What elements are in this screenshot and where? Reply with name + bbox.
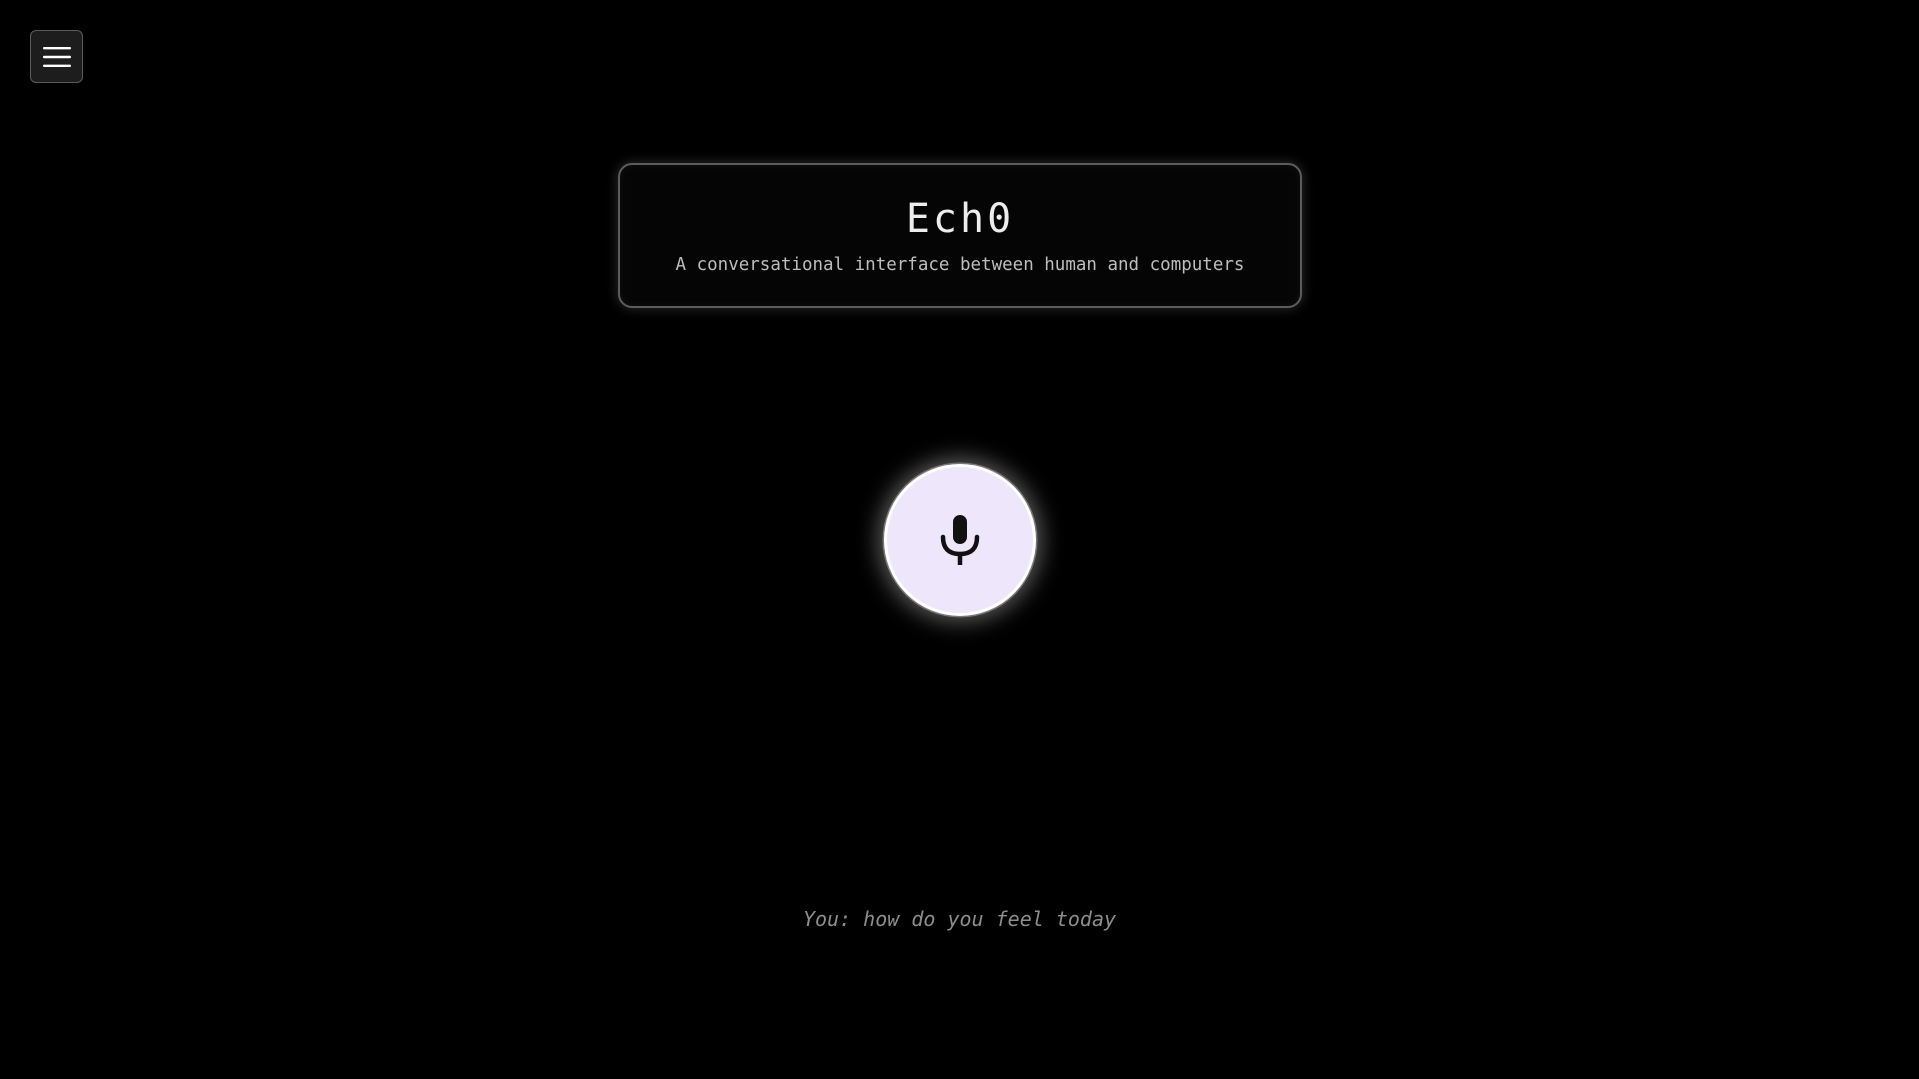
microphone-button[interactable] <box>884 464 1036 616</box>
hamburger-menu-icon <box>42 46 71 68</box>
menu-button[interactable] <box>30 30 83 83</box>
app-subtitle: A conversational interface between human… <box>675 255 1245 275</box>
app-title: Ech0 <box>905 196 1015 242</box>
header-card: Ech0 A conversational interface between … <box>618 163 1302 308</box>
transcript-text: You: how do you feel today <box>802 907 1117 931</box>
microphone-icon <box>938 514 982 566</box>
